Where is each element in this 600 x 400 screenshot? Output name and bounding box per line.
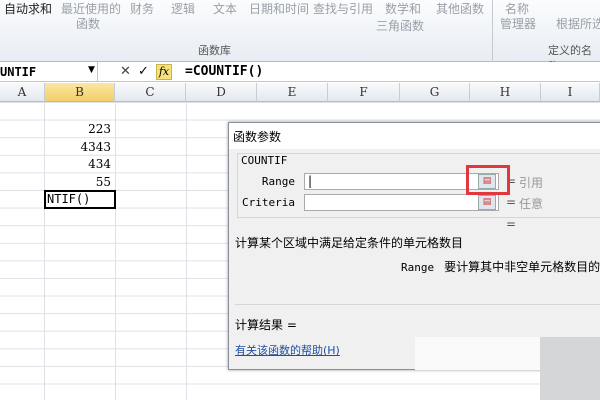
financial-button[interactable]: 财务	[130, 0, 154, 17]
logical-button[interactable]: 逻辑	[171, 0, 195, 17]
criteria-input[interactable]	[304, 194, 499, 211]
column-header-a[interactable]: A	[0, 83, 45, 102]
math-trig-sub: 三角函数	[376, 19, 425, 33]
column-header-b[interactable]: B	[45, 83, 115, 102]
cancel-icon[interactable]: ✕	[120, 64, 131, 79]
collapse-dialog-criteria-icon[interactable]: ▤	[478, 195, 496, 210]
active-cell-b6[interactable]: NTIF()	[44, 190, 116, 209]
criteria-label: Criteria	[242, 196, 295, 209]
column-header-h[interactable]: H	[470, 83, 541, 102]
more-functions-button[interactable]: 其他函数	[436, 0, 484, 17]
param-text: 要计算其中非空单元格数目的区	[444, 260, 600, 274]
overlay-patch	[540, 337, 600, 400]
range-hint: 引用	[519, 176, 544, 190]
column-header-c[interactable]: C	[115, 83, 186, 102]
text-button[interactable]: 文本	[213, 0, 237, 17]
cell-b5[interactable]: 55	[45, 174, 115, 191]
column-header-g[interactable]: G	[400, 83, 470, 102]
overlay-patch	[415, 337, 540, 370]
autosum-button[interactable]: 自动求和	[4, 0, 52, 17]
lookup-button[interactable]: 查找与引用	[313, 0, 373, 17]
formula-input[interactable]: =COUNTIF()	[185, 62, 263, 82]
column-header-d[interactable]: D	[186, 83, 257, 102]
function-arguments-dialog: 函数参数 COUNTIF Range | ▤ = 引用 Criteria ▤ =…	[228, 122, 600, 370]
dialog-title: 函数参数	[229, 123, 600, 149]
help-link[interactable]: 有关该函数的帮助(H)	[235, 342, 340, 358]
ribbon: 自动求和 最近使用的 函数 财务 逻辑 文本 日期和时间 查找与引用 数学和 三…	[0, 0, 600, 73]
create-from-selection[interactable]: 根据所选	[556, 15, 600, 32]
criteria-hint: 任意	[519, 197, 544, 211]
recent-functions-sub: 函数	[76, 17, 101, 31]
criteria-equals: =	[506, 195, 517, 209]
column-header-f[interactable]: F	[328, 83, 400, 102]
highlight-box	[466, 165, 510, 195]
range-label: Range	[261, 175, 295, 188]
divider	[235, 304, 600, 305]
datetime-button[interactable]: 日期和时间	[249, 0, 309, 17]
math-trig-button[interactable]: 数学和	[385, 0, 421, 17]
column-header-e[interactable]: E	[257, 83, 328, 102]
cell-b3[interactable]: 4343	[45, 139, 115, 156]
function-name: COUNTIF	[241, 154, 288, 167]
cell-b4[interactable]: 434	[45, 156, 115, 173]
formula-result: 计算结果 =	[235, 318, 297, 332]
check-icon[interactable]: ✓	[138, 64, 149, 79]
cell-b2[interactable]: 223	[45, 121, 115, 138]
result-equals: =	[506, 217, 517, 231]
parameter-description: Range 要计算其中非空单元格数目的区	[401, 258, 600, 275]
name-manager-sub: 管理器	[500, 17, 537, 31]
column-header-i[interactable]: I	[541, 83, 600, 102]
function-library-label: 函数库	[198, 44, 231, 57]
name-box[interactable]: UNTIF	[0, 62, 98, 82]
param-name: Range	[401, 261, 435, 274]
chevron-down-icon[interactable]: ▼	[88, 65, 95, 75]
gridline	[186, 102, 187, 400]
formula-bar: UNTIF ▼ ✕ ✓ fx =COUNTIF()	[0, 62, 600, 82]
function-description: 计算某个区域中满足给定条件的单元格数目	[235, 236, 464, 250]
ribbon-separator	[492, 0, 493, 62]
insert-function-button[interactable]: fx	[156, 64, 172, 80]
gridline	[115, 102, 116, 400]
